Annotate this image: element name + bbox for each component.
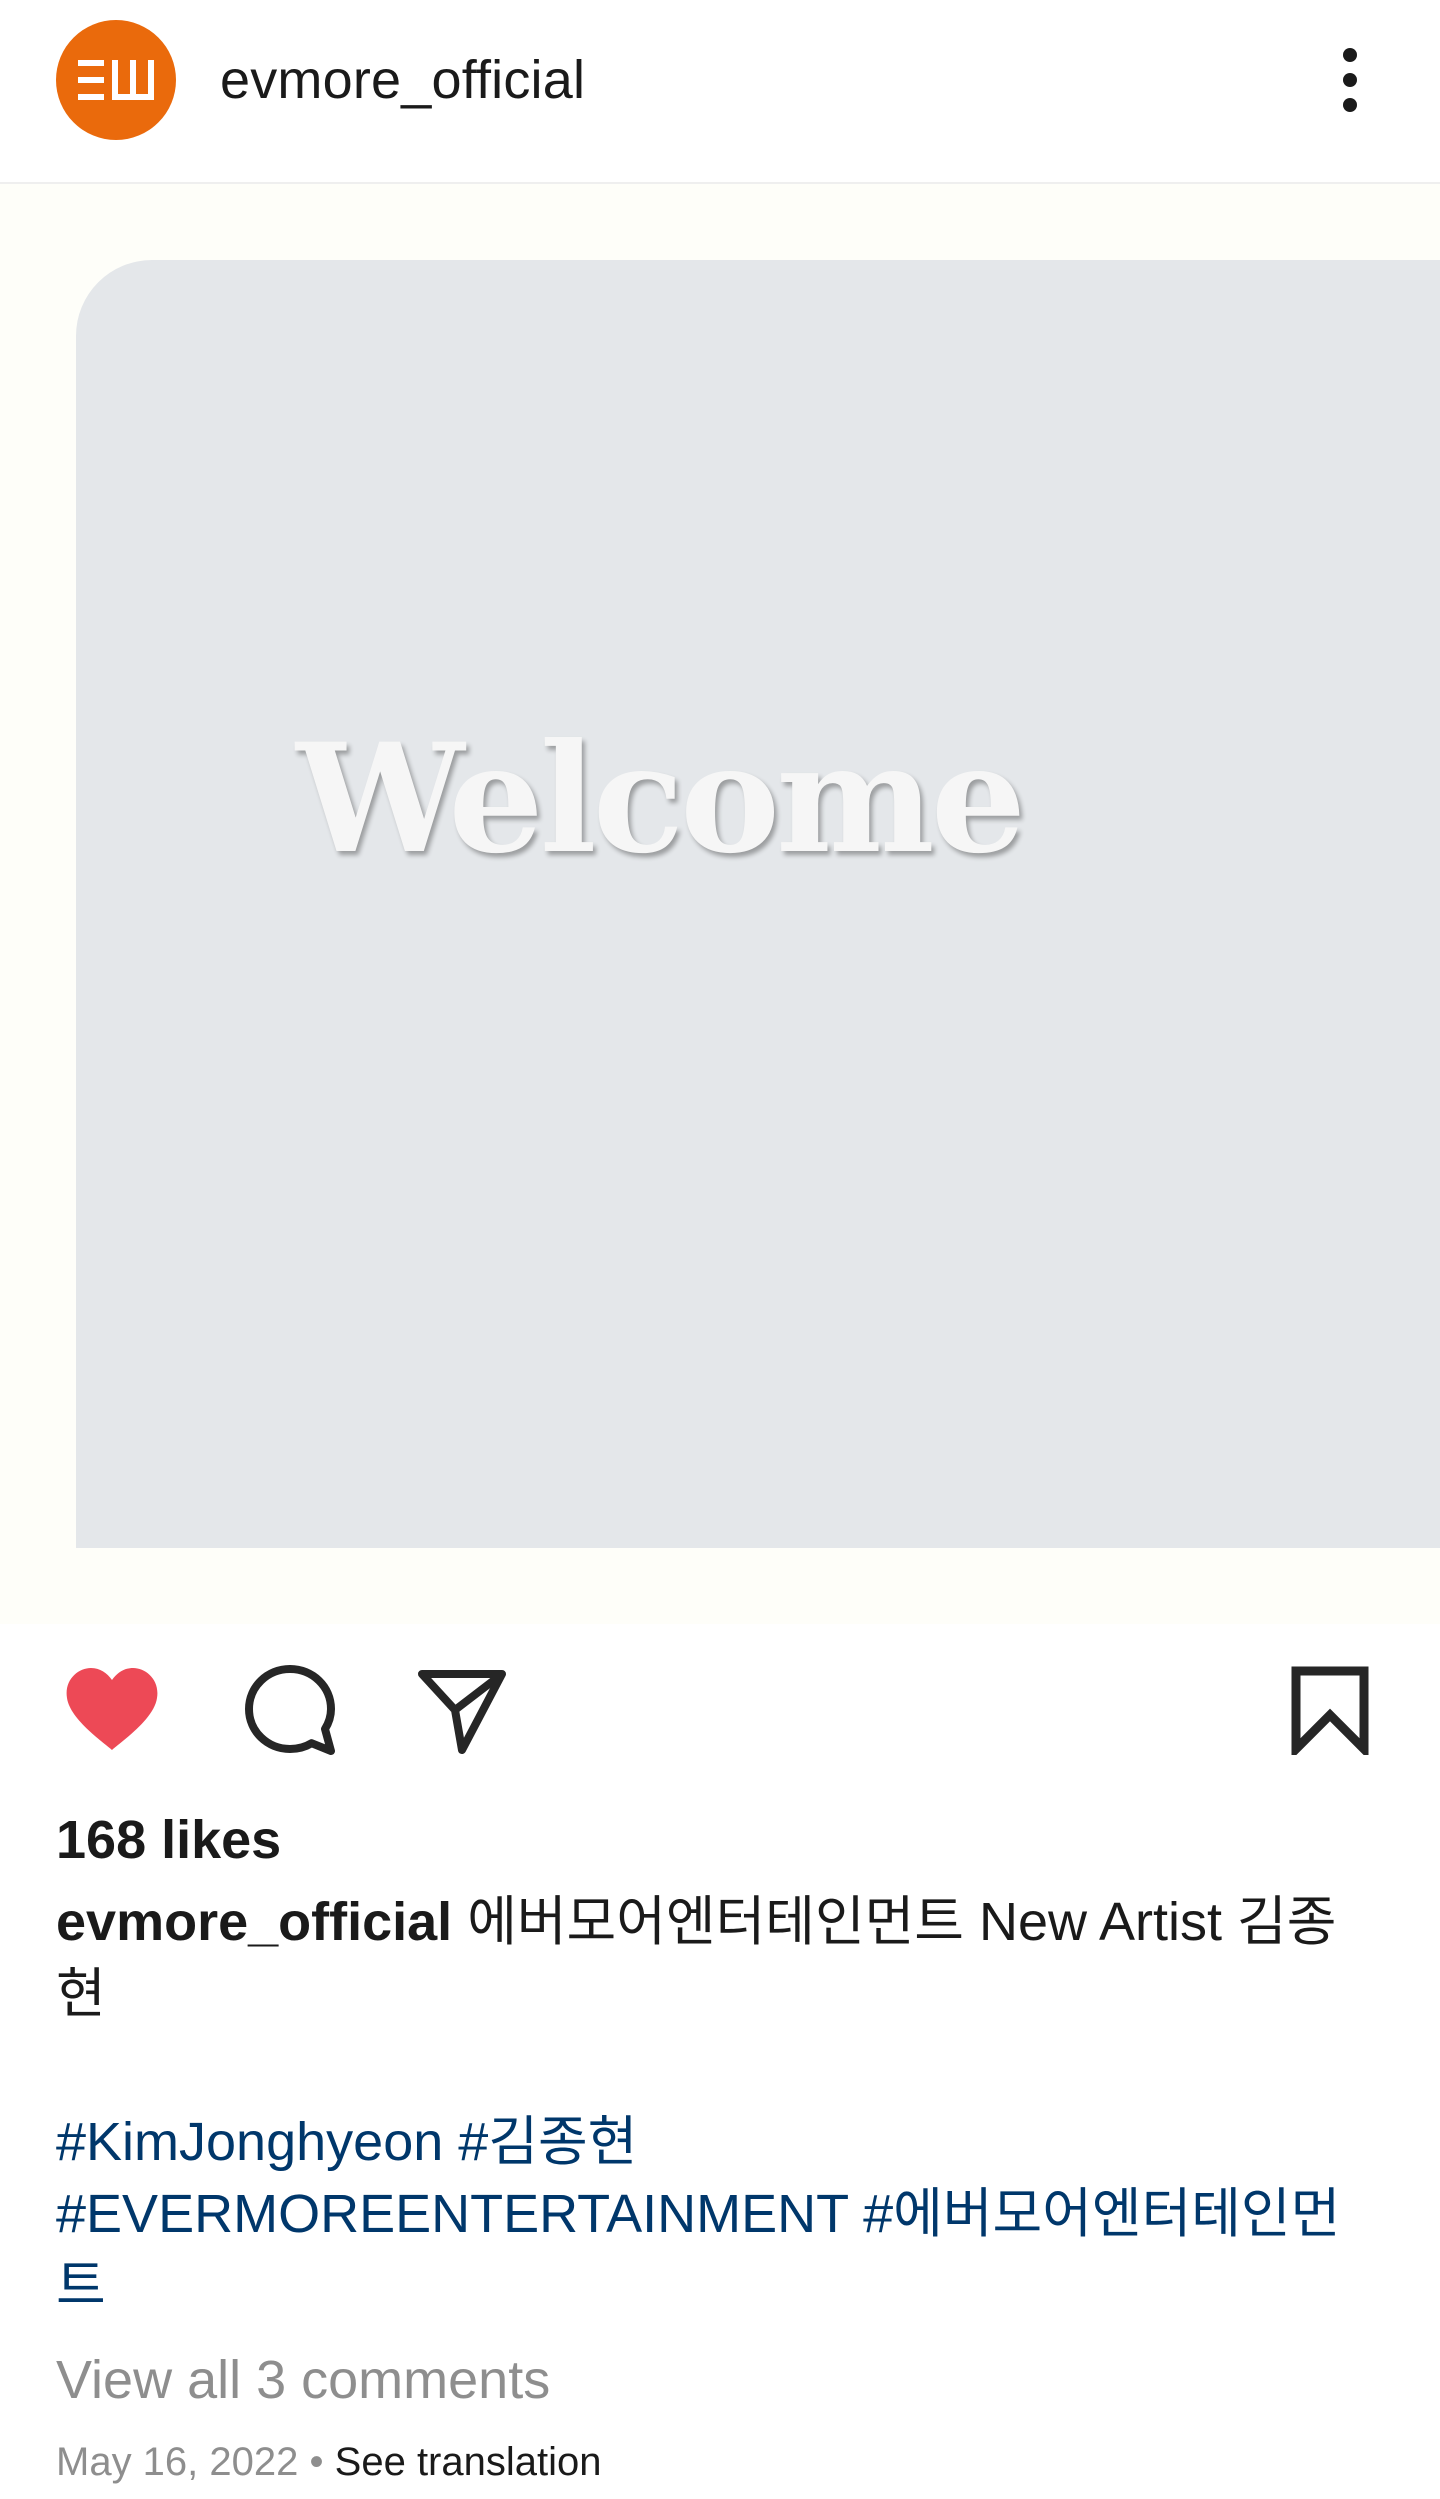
caption-text-line2: 현 [56,1964,106,2024]
hashtag-link-wrap[interactable]: 트 [56,2256,106,2316]
save-button[interactable] [1280,1660,1380,1760]
post-caption: evmore_official 에버모어엔터테인먼트 New Artist 김종… [56,1886,1376,2030]
post-date: May 16, 2022 [56,2440,299,2484]
post-action-bar [0,1660,1440,1772]
post-image-text: Welcome [296,711,1026,887]
comment-button[interactable] [240,1660,340,1760]
more-vertical-icon [1343,48,1357,112]
post-header: evmore_official [0,0,1440,184]
caption-username[interactable]: evmore_official [56,1892,452,1952]
evmore-logo-icon [78,60,154,100]
like-button[interactable] [62,1660,162,1760]
post-image[interactable]: Welcome [0,184,1440,1624]
comment-icon [245,1665,335,1755]
see-translation-link[interactable]: See translation [335,2440,602,2484]
share-button[interactable] [412,1660,512,1760]
send-icon [418,1670,506,1754]
post-image-card [76,260,1440,1548]
profile-avatar[interactable] [56,20,176,140]
hashtag-block: #KimJonghyeon #김종현 #EVERMOREENTERTAINMEN… [56,2106,1376,2322]
caption-text-line1: 에버모어엔터테인먼트 New Artist 김종 [467,1892,1337,1952]
post-username[interactable]: evmore_official [220,48,585,112]
view-comments-link[interactable]: View all 3 comments [56,2348,550,2412]
likes-count[interactable]: 168 likes [56,1808,281,1872]
more-options-button[interactable] [1320,40,1380,120]
post-meta: May 16, 2022 • See translation [56,2438,602,2486]
hashtag-link[interactable]: #에버모어엔터테인먼 [863,2184,1340,2244]
hashtag-link[interactable]: #김종현 [458,2112,637,2172]
hashtag-link[interactable]: #KimJonghyeon [56,2112,443,2172]
heart-icon [66,1668,158,1750]
meta-separator: • [309,2440,324,2484]
hashtag-link[interactable]: #EVERMOREENTERTAINMENT [56,2184,848,2244]
bookmark-icon [1291,1666,1369,1755]
